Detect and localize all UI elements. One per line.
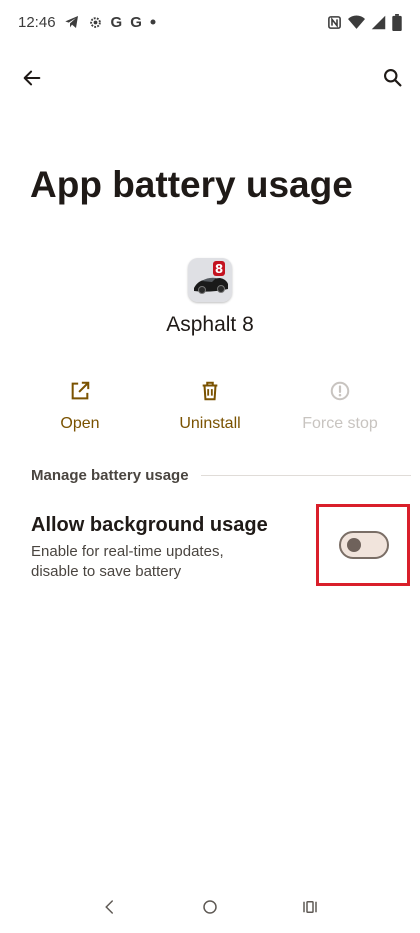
preference-title: Allow background usage (31, 514, 268, 536)
top-app-bar (0, 56, 420, 104)
nfc-icon (327, 15, 342, 30)
open-button-label: Open (60, 415, 100, 432)
status-bar: 12:46 G G (0, 0, 420, 44)
google-icon: G (130, 13, 142, 31)
preference-summary-line-1: Enable for real-time updates, (31, 543, 224, 560)
svg-text:8: 8 (215, 262, 223, 276)
arrow-back-icon (21, 67, 43, 94)
google-icon: G (110, 13, 123, 31)
open-external-icon (69, 380, 91, 407)
force-stop-button[interactable]: Force stop (275, 380, 405, 436)
nav-home-icon (201, 898, 219, 921)
uninstall-button[interactable]: Uninstall (145, 380, 275, 436)
nav-back-icon (101, 898, 119, 921)
settings-gear-icon (88, 15, 103, 30)
telegram-icon (64, 14, 80, 30)
nav-recents-icon (301, 898, 319, 921)
nav-recents-button[interactable] (290, 889, 330, 929)
section-header-label: Manage battery usage (31, 467, 189, 484)
status-left: 12:46 G G (18, 14, 156, 31)
search-icon (382, 67, 403, 93)
open-button[interactable]: Open (15, 380, 145, 436)
search-button[interactable] (372, 60, 412, 100)
section-header: Manage battery usage (31, 467, 411, 484)
app-name: Asphalt 8 (166, 313, 254, 336)
preference-summary-line-2: disable to save battery (31, 563, 182, 580)
trash-icon (199, 380, 221, 407)
uninstall-button-label: Uninstall (179, 415, 241, 432)
asphalt-8-app-icon: 8 (188, 258, 232, 302)
back-button[interactable] (12, 60, 52, 100)
nav-home-button[interactable] (190, 889, 230, 929)
preference-summary: Enable for real-time updates, disable to… (31, 542, 291, 582)
dot-icon (150, 19, 156, 25)
page-title: App battery usage (30, 164, 353, 205)
status-right (327, 13, 402, 31)
system-navigation-bar (0, 885, 420, 933)
section-divider (200, 475, 411, 476)
switch-thumb (347, 538, 361, 552)
background-usage-switch[interactable] (339, 531, 389, 559)
alert-circle-icon (329, 380, 351, 407)
app-action-buttons: Open Uninstall Force stop (15, 380, 405, 436)
wifi-icon (348, 14, 365, 30)
nav-back-button[interactable] (90, 889, 130, 929)
force-stop-button-label: Force stop (302, 415, 378, 432)
battery-icon (392, 13, 402, 31)
cellular-signal-icon (371, 15, 386, 30)
status-time: 12:46 (18, 13, 56, 31)
